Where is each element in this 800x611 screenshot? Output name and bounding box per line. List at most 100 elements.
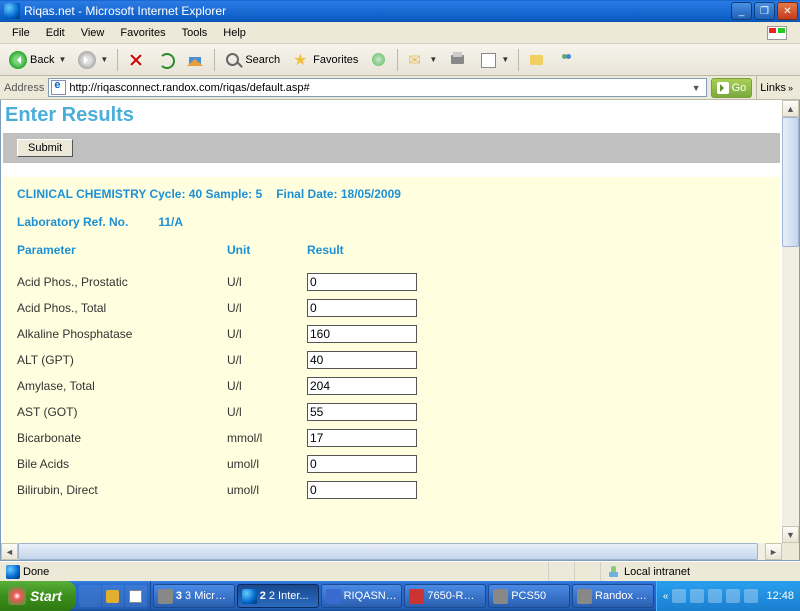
param-unit: U/l: [227, 327, 307, 341]
minimize-button[interactable]: _: [731, 2, 752, 20]
taskbar-task[interactable]: 2 2 Inter...: [237, 584, 319, 608]
addressbar: Address ▼ Go Links»: [0, 76, 800, 100]
param-unit: U/l: [227, 379, 307, 393]
clock[interactable]: 12:48: [762, 590, 794, 602]
address-field[interactable]: ▼: [48, 78, 706, 97]
tray-icon[interactable]: [672, 589, 686, 603]
close-button[interactable]: ✕: [777, 2, 798, 20]
quick-launch-item[interactable]: [125, 585, 147, 607]
vertical-scrollbar[interactable]: ▲ ▼: [782, 100, 799, 543]
chevron-down-icon: ▼: [429, 55, 437, 64]
scroll-thumb[interactable]: [18, 543, 758, 560]
result-input[interactable]: [307, 351, 417, 369]
status-pane: [548, 562, 574, 581]
stop-button[interactable]: [122, 48, 150, 72]
scroll-thumb[interactable]: [782, 117, 799, 247]
tray-icon[interactable]: [708, 589, 722, 603]
forward-button[interactable]: ▼: [73, 48, 113, 72]
result-input[interactable]: [307, 325, 417, 343]
taskbar-task[interactable]: 7650-RQ ...: [404, 584, 486, 608]
go-button[interactable]: Go: [711, 78, 753, 98]
history-icon: [370, 51, 388, 69]
menu-edit[interactable]: Edit: [38, 25, 73, 41]
search-icon: [224, 51, 242, 69]
messenger-icon: [558, 51, 576, 69]
separator: [117, 49, 118, 71]
task-label: 2 Inter...: [269, 590, 309, 602]
task-icon: [577, 589, 592, 604]
folder-button[interactable]: [523, 48, 551, 72]
menu-view[interactable]: View: [73, 25, 113, 41]
horizontal-scrollbar[interactable]: ◄ ►: [1, 543, 782, 560]
result-input[interactable]: [307, 429, 417, 447]
star-icon: [292, 51, 310, 69]
scroll-left-button[interactable]: ◄: [1, 543, 18, 560]
quick-launch-item[interactable]: [79, 585, 101, 607]
result-input[interactable]: [307, 455, 417, 473]
links-button[interactable]: Links»: [756, 76, 796, 99]
scroll-up-button[interactable]: ▲: [782, 100, 799, 117]
home-icon: [187, 51, 205, 69]
address-input[interactable]: [69, 82, 685, 94]
print-button[interactable]: [444, 48, 472, 72]
param-name: Acid Phos., Total: [17, 301, 227, 315]
titlebar: Riqas.net - Microsoft Internet Explorer …: [0, 0, 800, 22]
address-label: Address: [4, 82, 44, 94]
toolbar: Back▼ ▼ Search Favorites ▼ ▼: [0, 44, 800, 76]
task-icon: [409, 589, 424, 604]
column-headers: Parameter Unit Result: [17, 243, 766, 257]
back-icon: [9, 51, 27, 69]
taskbar-task[interactable]: RIQASNe...: [321, 584, 403, 608]
scroll-corner: [782, 543, 799, 560]
tray-icon[interactable]: [690, 589, 704, 603]
ie-icon: [4, 3, 20, 19]
result-input[interactable]: [307, 403, 417, 421]
edit-button[interactable]: ▼: [474, 48, 514, 72]
tray-icon[interactable]: [744, 589, 758, 603]
mail-button[interactable]: ▼: [402, 48, 442, 72]
windows-icon: [8, 587, 26, 605]
result-input[interactable]: [307, 299, 417, 317]
favorites-button[interactable]: Favorites: [287, 48, 363, 72]
menu-tools[interactable]: Tools: [174, 25, 216, 41]
history-button[interactable]: [365, 48, 393, 72]
taskbar-task[interactable]: 3 3 Micros...: [153, 584, 235, 608]
separator: [397, 49, 398, 71]
scroll-down-button[interactable]: ▼: [782, 526, 799, 543]
menu-favorites[interactable]: Favorites: [112, 25, 173, 41]
result-input[interactable]: [307, 273, 417, 291]
taskbar-task[interactable]: PCS50: [488, 584, 570, 608]
menu-help[interactable]: Help: [215, 25, 254, 41]
quick-launch-item[interactable]: [102, 585, 124, 607]
header-result: Result: [307, 243, 344, 257]
param-unit: mmol/l: [227, 431, 307, 445]
task-badge: 3: [176, 590, 182, 602]
messenger-button[interactable]: [553, 48, 581, 72]
result-input[interactable]: [307, 377, 417, 395]
home-button[interactable]: [182, 48, 210, 72]
menu-file[interactable]: File: [4, 25, 38, 41]
ie-icon: [6, 565, 20, 579]
address-dropdown[interactable]: ▼: [689, 83, 704, 93]
task-icon: [158, 589, 173, 604]
task-badge: 2: [260, 590, 266, 602]
tray-icon[interactable]: [726, 589, 740, 603]
maximize-button[interactable]: ❐: [754, 2, 775, 20]
system-tray: « 12:48: [656, 581, 800, 611]
scroll-track[interactable]: [18, 543, 765, 560]
start-button[interactable]: Start: [0, 581, 76, 611]
param-unit: U/l: [227, 405, 307, 419]
refresh-button[interactable]: [152, 48, 180, 72]
submit-button[interactable]: Submit: [17, 139, 73, 157]
back-button[interactable]: Back▼: [4, 48, 71, 72]
taskbar-task[interactable]: Randox In...: [572, 584, 654, 608]
edit-icon: [479, 51, 497, 69]
status-zone: Local intranet: [624, 566, 690, 578]
scroll-track[interactable]: [782, 117, 799, 526]
result-input[interactable]: [307, 481, 417, 499]
refresh-icon: [157, 51, 175, 69]
task-label: RIQASNe...: [344, 590, 398, 602]
scroll-right-button[interactable]: ►: [765, 543, 782, 560]
search-button[interactable]: Search: [219, 48, 285, 72]
lab-ref: Laboratory Ref. No.11/A: [17, 215, 766, 229]
